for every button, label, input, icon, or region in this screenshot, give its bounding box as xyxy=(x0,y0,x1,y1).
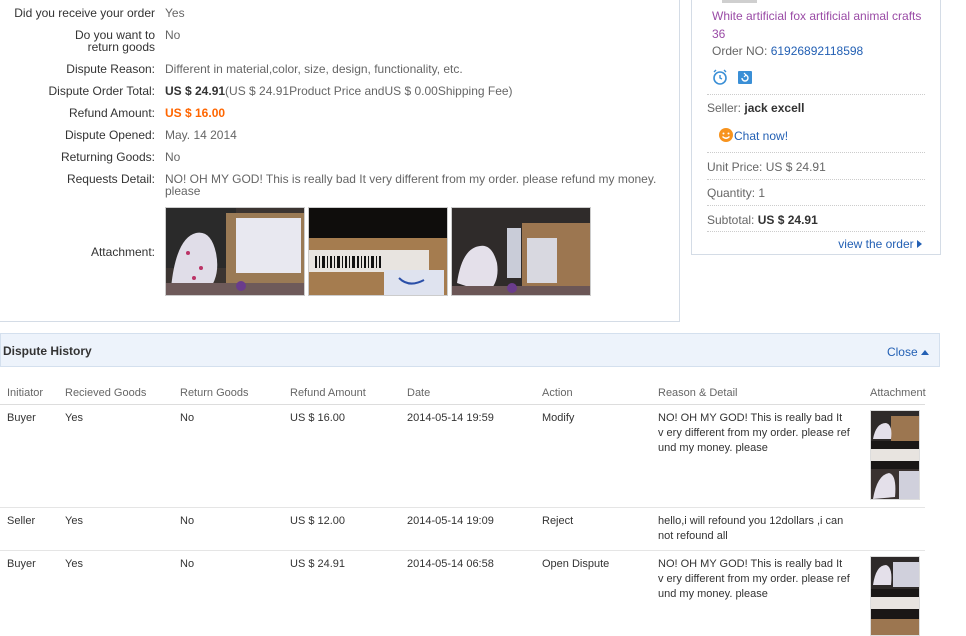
cell-action: Open Dispute xyxy=(542,558,610,570)
cell-initiator: Buyer xyxy=(7,412,36,424)
opened-label: Dispute Opened: xyxy=(64,128,155,142)
cell-reason: NO! OH MY GOD! This is really bad It v e… xyxy=(658,558,850,600)
cell-received: Yes xyxy=(65,515,83,527)
unit-price: Unit Price: US $ 24.91 xyxy=(707,160,826,174)
caret-up-icon xyxy=(921,344,929,358)
close-toggle-button[interactable]: Close xyxy=(887,344,929,359)
quantity-value: 1 xyxy=(758,186,766,200)
cell-date: 2014-05-14 06:58 xyxy=(407,558,494,570)
attachment-thumbnail-2[interactable] xyxy=(308,207,448,296)
refresh-icon[interactable] xyxy=(737,69,753,88)
cell-initiator: Seller xyxy=(7,515,36,527)
row-divider xyxy=(0,550,925,551)
attachment-photo-2 xyxy=(309,208,447,295)
column-header-action: Action xyxy=(542,387,573,399)
product-title-link[interactable]: White artificial fox artificial animal c… xyxy=(712,7,934,43)
column-header-received: Recieved Goods xyxy=(65,387,147,399)
cell-reason: hello,i will refound you 12dollars ,i ca… xyxy=(658,515,844,542)
column-header-initiator: Initiator xyxy=(7,387,44,399)
alarm-clock-icon[interactable] xyxy=(712,69,728,88)
chat-now-button[interactable]: Chat now! xyxy=(718,127,788,146)
cell-action: Reject xyxy=(542,515,574,527)
subtotal-value: US $ 24.91 xyxy=(757,213,818,227)
subtotal-label: Subtotal: xyxy=(707,213,755,227)
dispute-detail-panel: Did you receive your order Yes Do you wa… xyxy=(0,0,680,322)
return-value: No xyxy=(165,28,181,42)
quantity-label: Quantity: xyxy=(707,186,756,200)
divider xyxy=(707,205,925,206)
unit-price-value: US $ 24.91 xyxy=(765,160,826,174)
attachment-photo xyxy=(871,557,919,635)
refund-label: Refund Amount: xyxy=(68,106,155,120)
seller-label: Seller: xyxy=(707,101,742,115)
attachment-photo-1 xyxy=(166,208,304,295)
returning-label: Returning Goods: xyxy=(60,150,155,164)
subtotal: Subtotal: US $ 24.91 xyxy=(707,213,818,227)
history-attachment-thumbnail[interactable] xyxy=(870,556,920,636)
quantity: Quantity: 1 xyxy=(707,186,765,200)
column-header-attachment: Attachment xyxy=(870,387,926,399)
cell-refund: US $ 16.00 xyxy=(290,412,346,424)
attachment-thumbnail-1[interactable] xyxy=(165,207,305,296)
close-label[interactable]: Close xyxy=(887,345,918,359)
divider xyxy=(707,231,925,232)
reason-value: Different in material,color, size, desig… xyxy=(165,62,463,76)
cell-received: Yes xyxy=(65,558,83,570)
cell-return: No xyxy=(180,515,195,527)
header-divider xyxy=(0,404,925,405)
cell-initiator: Buyer xyxy=(7,558,36,570)
chat-now-label[interactable]: Chat now! xyxy=(734,129,788,143)
order-number: Order NO: 61926892118598 xyxy=(712,44,863,58)
return-label: Do you want to return goods xyxy=(74,28,155,54)
total-amount: US $ 24.91 xyxy=(165,84,226,98)
cell-date: 2014-05-14 19:59 xyxy=(407,412,494,424)
smiley-chat-icon xyxy=(718,127,734,146)
column-header-reason: Reason & Detail xyxy=(658,387,738,399)
cell-reason: NO! OH MY GOD! This is really bad It v e… xyxy=(658,412,850,454)
order-summary-box: White artificial fox artificial animal c… xyxy=(691,0,941,255)
divider xyxy=(707,179,925,180)
cell-return: No xyxy=(180,412,195,424)
attachment-photo xyxy=(871,411,919,499)
divider xyxy=(707,152,925,153)
cell-date: 2014-05-14 19:09 xyxy=(407,515,494,527)
cell-refund: US $ 12.00 xyxy=(290,515,346,527)
history-attachment-thumbnail[interactable] xyxy=(870,410,920,500)
requests-label: Requests Detail: xyxy=(66,172,155,186)
unit-price-label: Unit Price: xyxy=(707,160,763,174)
row-divider xyxy=(0,507,925,508)
cell-return: No xyxy=(180,558,195,570)
total-value: US $ 24.91(US $ 24.91Product Price andUS… xyxy=(165,85,513,97)
product-image-edge xyxy=(722,0,757,3)
cell-action: Modify xyxy=(542,412,575,424)
order-no-label: Order NO: xyxy=(712,44,768,58)
requests-value: NO! OH MY GOD! This is really bad It ver… xyxy=(165,172,657,198)
divider xyxy=(707,94,925,95)
returning-value: No xyxy=(165,150,181,164)
attachment-label: Attachment: xyxy=(90,245,155,259)
view-order-label[interactable]: view the order xyxy=(838,237,913,251)
attachment-thumbnail-3[interactable] xyxy=(451,207,591,296)
column-header-return: Return Goods xyxy=(180,387,249,399)
opened-value: May. 14 2014 xyxy=(165,128,237,142)
order-no-link[interactable]: 61926892118598 xyxy=(771,44,864,58)
column-header-refund: Refund Amount xyxy=(290,387,366,399)
cell-received: Yes xyxy=(65,412,83,424)
seller-name: jack excell xyxy=(744,101,805,115)
seller-info: Seller: jack excell xyxy=(707,101,804,115)
received-label: Did you receive your order xyxy=(14,6,155,20)
reason-label: Dispute Reason: xyxy=(66,62,155,76)
dispute-history-header: Dispute History Close xyxy=(0,333,940,367)
view-order-link[interactable]: view the order xyxy=(838,237,922,251)
received-value: Yes xyxy=(165,6,185,20)
refund-value: US $ 16.00 xyxy=(165,106,226,120)
caret-right-icon xyxy=(917,237,922,251)
column-header-date: Date xyxy=(407,387,431,399)
dispute-history-title: Dispute History xyxy=(3,344,92,358)
attachment-photo-3 xyxy=(452,208,590,295)
dispute-history-section: Dispute History Close Initiator Recieved… xyxy=(0,333,940,636)
total-label: Dispute Order Total: xyxy=(48,84,156,98)
total-breakdown: (US $ 24.91Product Price andUS $ 0.00Shi… xyxy=(225,84,513,98)
cell-refund: US $ 24.91 xyxy=(290,558,346,570)
